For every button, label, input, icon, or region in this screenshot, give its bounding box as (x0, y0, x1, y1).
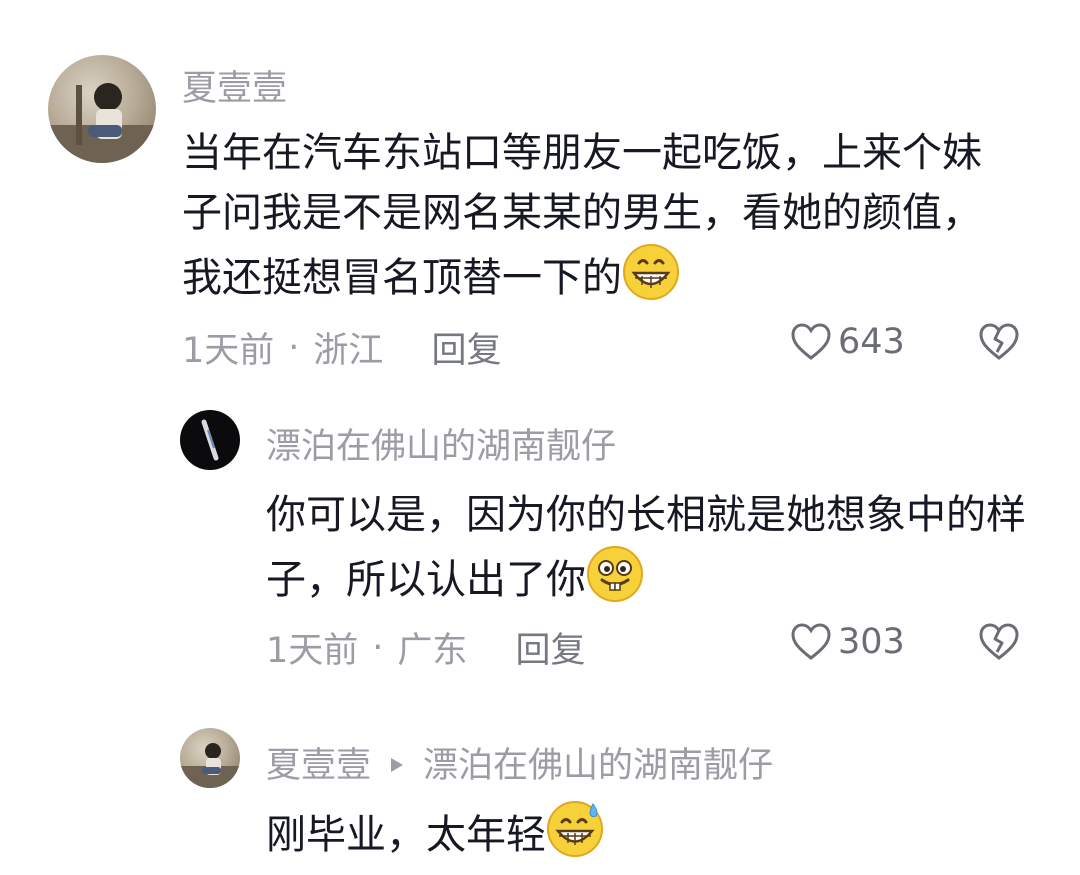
heart-icon (791, 323, 831, 360)
dislike-button[interactable] (978, 322, 1020, 366)
heart-icon (791, 623, 831, 660)
like-button[interactable]: 303 (790, 622, 905, 662)
meta-separator: · (372, 627, 384, 668)
broken-heart-icon (979, 623, 1019, 660)
meta-separator: · (288, 327, 300, 368)
comment-username[interactable]: 夏壹壹 (266, 737, 371, 788)
reply-arrow-icon (389, 743, 405, 783)
comment-time: 1天前 (266, 631, 359, 671)
comment-text: 刚毕业，太年轻 (266, 800, 1046, 875)
comment-meta: 1天前 · 广东 回复 (266, 622, 585, 673)
comment-location: 广东 (397, 631, 468, 671)
dark-photo-icon (201, 419, 219, 461)
like-button[interactable]: 643 (790, 322, 905, 362)
dislike-button[interactable] (978, 622, 1020, 666)
like-count: 643 (838, 322, 905, 362)
comment-username-line: 夏壹壹 漂泊在佛山的湖南靓仔 (266, 737, 773, 788)
broken-heart-icon (979, 323, 1019, 360)
avatar[interactable] (180, 728, 240, 788)
like-count: 303 (838, 622, 905, 662)
reply-button[interactable]: 回复 (515, 622, 585, 673)
buck-tooth-face-icon (586, 545, 644, 620)
comment-text-content: 当年在汽车东站口等朋友一起吃饭，上来个妹子问我是不是网名某某的男生，看她的颜值，… (182, 130, 982, 301)
comment-username[interactable]: 夏壹壹 (182, 60, 287, 111)
person-photo-icon (48, 83, 156, 163)
person-photo-icon (180, 743, 240, 788)
comment-time: 1天前 (182, 331, 275, 371)
grinning-face-icon (622, 243, 680, 318)
comment-text-content: 你可以是，因为你的长相就是她想象中的样子，所以认出了你 (266, 492, 1026, 603)
reply-button[interactable]: 回复 (431, 322, 501, 373)
sweat-grin-face-icon (546, 800, 604, 875)
comment-text: 当年在汽车东站口等朋友一起吃饭，上来个妹子问我是不是网名某某的男生，看她的颜值，… (182, 123, 1007, 318)
comment-location: 浙江 (313, 331, 384, 371)
avatar[interactable] (48, 55, 156, 163)
comment-text-content: 刚毕业，太年轻 (266, 812, 546, 858)
reply-to-username[interactable]: 漂泊在佛山的湖南靓仔 (423, 737, 773, 788)
comment-meta: 1天前 · 浙江 回复 (182, 322, 501, 373)
comment-text: 你可以是，因为你的长相就是她想象中的样子，所以认出了你 (266, 485, 1046, 620)
comment-username[interactable]: 漂泊在佛山的湖南靓仔 (266, 418, 616, 469)
avatar[interactable] (180, 410, 240, 470)
